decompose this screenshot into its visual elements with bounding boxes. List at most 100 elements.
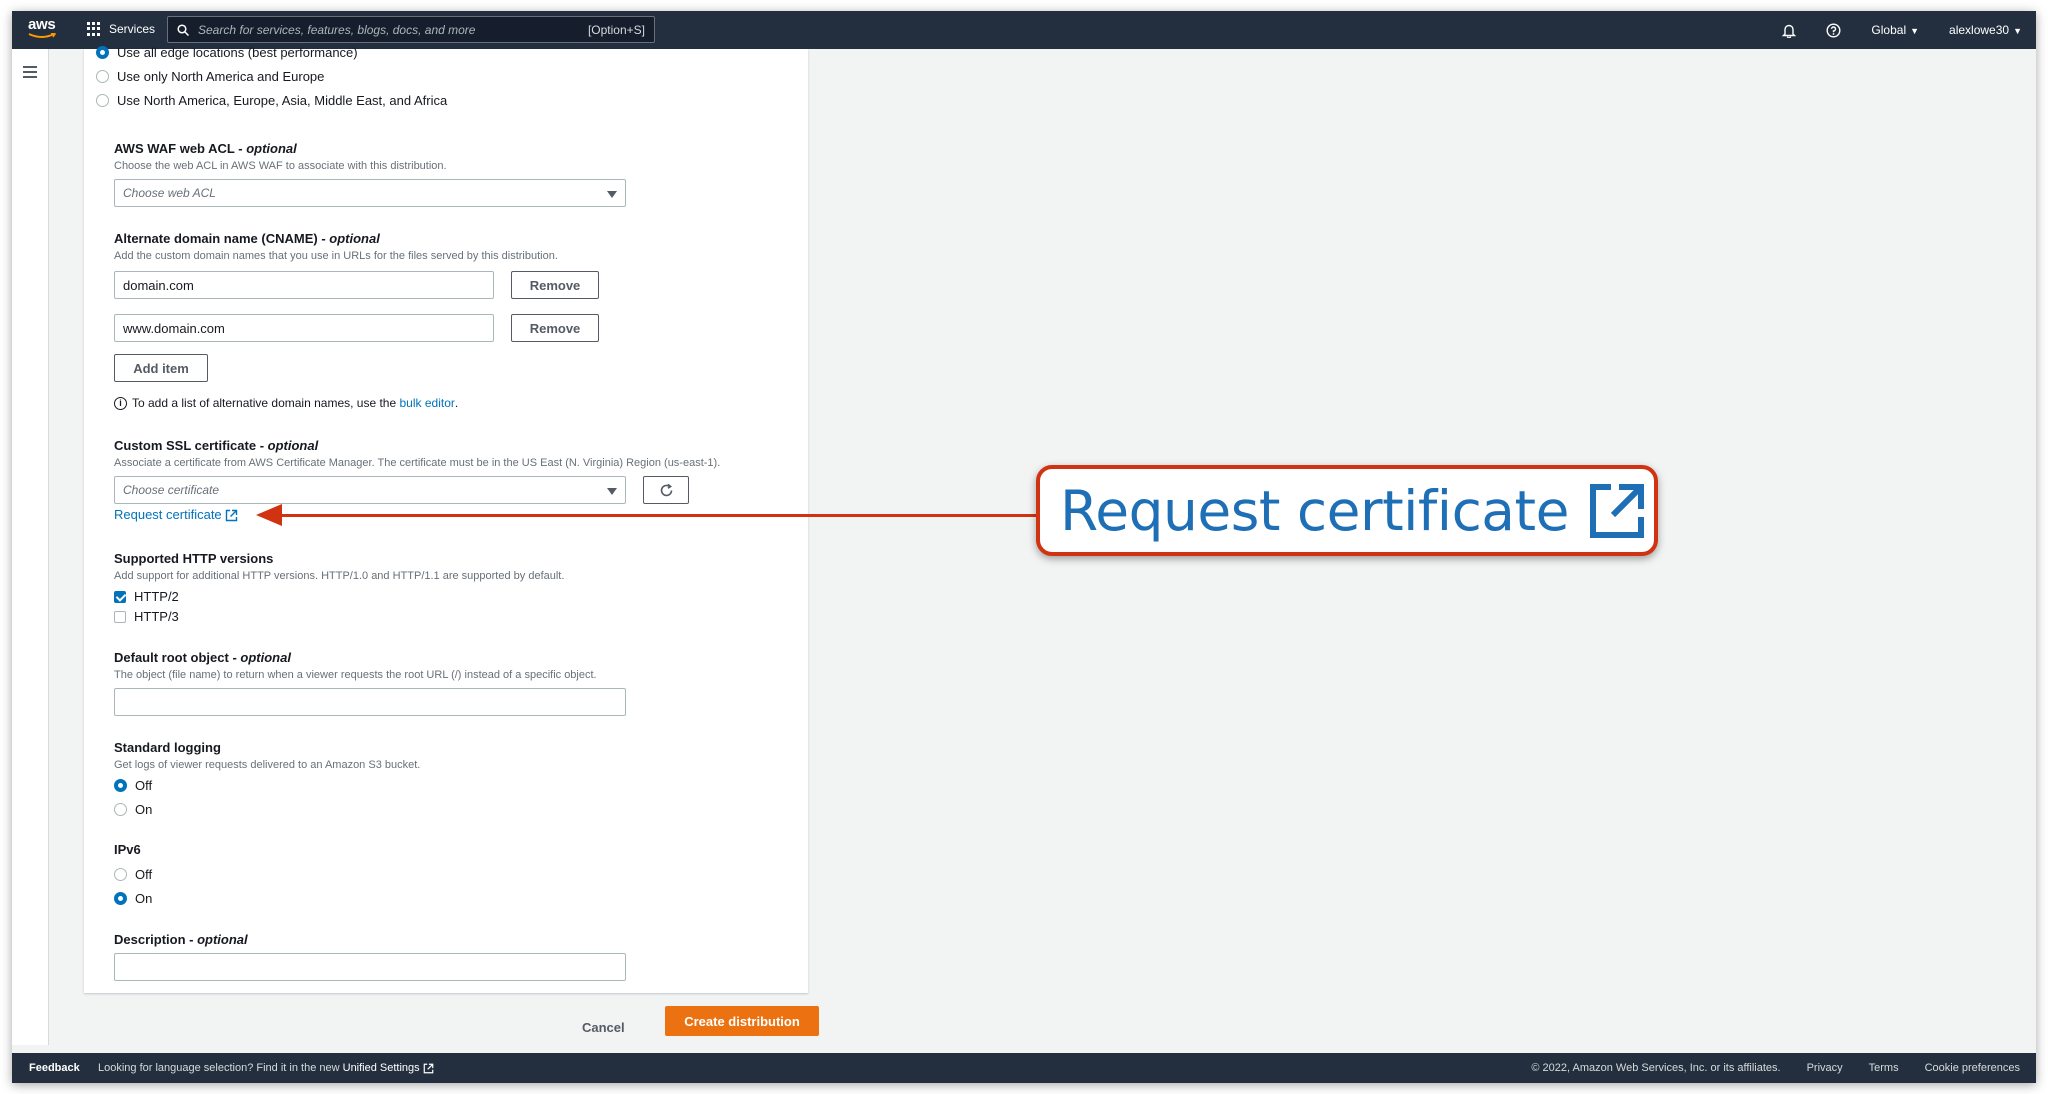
- refresh-certificates-button[interactable]: [643, 476, 689, 504]
- description-title: Description - optional: [114, 932, 248, 947]
- info-text: To add a list of alternative domain name…: [132, 396, 397, 410]
- optional-label: optional: [267, 438, 319, 453]
- waf-description: Choose the web ACL in AWS WAF to associa…: [114, 160, 447, 172]
- external-link-icon: [423, 1063, 434, 1073]
- price-class-option-all[interactable]: Use all edge locations (best performance…: [96, 45, 358, 60]
- optional-label: optional: [197, 932, 248, 947]
- description-input[interactable]: [114, 953, 626, 981]
- radio-label: Use all edge locations (best performance…: [117, 45, 358, 60]
- radio-button[interactable]: [114, 868, 127, 881]
- root-object-input[interactable]: [114, 688, 626, 716]
- ssl-description: Associate a certificate from AWS Certifi…: [114, 457, 721, 469]
- side-nav-rail: [12, 49, 49, 1045]
- feedback-link[interactable]: Feedback: [29, 1062, 80, 1074]
- remove-cname-1-button[interactable]: Remove: [511, 271, 599, 299]
- radio-label: On: [135, 891, 153, 906]
- browser-frame: aws Services Search for services, featur…: [12, 11, 2036, 1083]
- region-label: Global: [1871, 23, 1907, 37]
- annotation-arrow-head: [256, 504, 282, 526]
- dropdown-arrow-icon: [607, 191, 617, 198]
- http2-option[interactable]: HTTP/2: [114, 589, 179, 604]
- distribution-settings-panel: Use all edge locations (best performance…: [84, 45, 808, 993]
- ssl-title: Custom SSL certificate - optional: [114, 438, 319, 453]
- logging-off-option[interactable]: Off: [114, 778, 152, 793]
- radio-label: Use only North America and Europe: [117, 69, 325, 84]
- radio-button[interactable]: [114, 779, 127, 792]
- checkbox-label: HTTP/2: [134, 589, 179, 604]
- checkbox-label: HTTP/3: [134, 609, 179, 624]
- create-distribution-button[interactable]: Create distribution: [665, 1006, 819, 1036]
- services-menu[interactable]: Services: [87, 22, 155, 36]
- request-certificate-callout: Request certificate: [1036, 465, 1658, 556]
- external-link-icon: [1589, 483, 1644, 538]
- hamburger-menu-icon[interactable]: [23, 66, 37, 81]
- aws-logo-text: aws: [28, 16, 56, 33]
- cname-title-text: Alternate domain name (CNAME): [114, 231, 318, 246]
- certificate-select[interactable]: Choose certificate: [114, 476, 626, 504]
- waf-title-text: AWS WAF web ACL: [114, 141, 235, 156]
- annotation-arrow-line: [280, 514, 1036, 517]
- request-certificate-text: Request certificate: [114, 507, 222, 522]
- info-icon: i: [114, 396, 127, 410]
- caret-down-icon: ▼: [1910, 26, 1920, 36]
- http3-option[interactable]: HTTP/3: [114, 609, 179, 624]
- search-shortcut: [Option+S]: [587, 22, 645, 37]
- http-versions-description: Add support for additional HTTP versions…: [114, 570, 565, 582]
- bulk-editor-link[interactable]: bulk editor: [400, 396, 455, 410]
- http-versions-title: Supported HTTP versions: [114, 551, 274, 566]
- logging-description: Get logs of viewer requests delivered to…: [114, 759, 421, 771]
- notifications-bell-icon[interactable]: [1782, 23, 1797, 38]
- copyright-text: © 2022, Amazon Web Services, Inc. or its…: [1531, 1062, 1781, 1074]
- terms-link[interactable]: Terms: [1869, 1062, 1899, 1074]
- request-certificate-link[interactable]: Request certificate: [114, 507, 238, 522]
- remove-cname-2-button[interactable]: Remove: [511, 314, 599, 342]
- language-notice: Looking for language selection? Find it …: [98, 1062, 434, 1074]
- refresh-icon: [660, 483, 672, 496]
- checkbox[interactable]: [114, 610, 126, 623]
- aws-smile-icon: [28, 33, 56, 38]
- cname-input-1[interactable]: domain.com: [114, 271, 494, 299]
- bulk-editor-info: i To add a list of alternative domain na…: [114, 396, 458, 410]
- aws-logo[interactable]: aws: [28, 17, 58, 41]
- radio-label: Off: [135, 778, 153, 793]
- cookie-preferences-link[interactable]: Cookie preferences: [1925, 1062, 2020, 1074]
- search-placeholder: Search for services, features, blogs, do…: [198, 22, 476, 37]
- radio-button[interactable]: [96, 70, 109, 83]
- price-class-option-na-eu-asia[interactable]: Use North America, Europe, Asia, Middle …: [96, 93, 447, 108]
- language-notice-text: Looking for language selection? Find it …: [98, 1062, 340, 1074]
- checkbox[interactable]: [114, 590, 126, 603]
- waf-select-placeholder: Choose web ACL: [123, 186, 216, 200]
- root-object-description: The object (file name) to return when a …: [114, 669, 597, 681]
- footer-bar: Feedback Looking for language selection?…: [12, 1053, 2036, 1083]
- caret-down-icon: ▼: [2013, 26, 2022, 36]
- radio-button[interactable]: [96, 46, 109, 59]
- ssl-title-text: Custom SSL certificate: [114, 438, 257, 453]
- logging-title: Standard logging: [114, 740, 221, 755]
- cancel-button[interactable]: Cancel: [582, 1020, 625, 1035]
- account-menu[interactable]: alexlowe30 ▼: [1949, 23, 2022, 37]
- ipv6-on-option[interactable]: On: [114, 891, 152, 906]
- cname-input-2[interactable]: www.domain.com: [114, 314, 494, 342]
- add-item-button[interactable]: Add item: [114, 354, 208, 382]
- waf-select[interactable]: Choose web ACL: [114, 179, 626, 207]
- root-object-title: Default root object - optional: [114, 650, 291, 665]
- radio-label: On: [135, 802, 153, 817]
- help-icon[interactable]: [1826, 22, 1841, 38]
- search-input[interactable]: Search for services, features, blogs, do…: [167, 16, 655, 43]
- cname-title: Alternate domain name (CNAME) - optional: [114, 231, 380, 246]
- waf-title: AWS WAF web ACL - optional: [114, 141, 297, 156]
- optional-label: optional: [329, 231, 380, 246]
- radio-button[interactable]: [114, 892, 127, 905]
- unified-settings-link[interactable]: Unified Settings: [343, 1062, 420, 1074]
- price-class-option-na-eu[interactable]: Use only North America and Europe: [96, 69, 324, 84]
- radio-label: Use North America, Europe, Asia, Middle …: [117, 93, 448, 108]
- ipv6-off-option[interactable]: Off: [114, 867, 152, 882]
- radio-button[interactable]: [114, 803, 127, 816]
- privacy-link[interactable]: Privacy: [1807, 1062, 1843, 1074]
- logging-on-option[interactable]: On: [114, 802, 152, 817]
- radio-button[interactable]: [96, 94, 109, 107]
- info-period: .: [454, 396, 459, 410]
- services-label: Services: [109, 22, 156, 36]
- region-selector[interactable]: Global ▼: [1871, 23, 1919, 37]
- description-title-text: Description: [114, 932, 186, 947]
